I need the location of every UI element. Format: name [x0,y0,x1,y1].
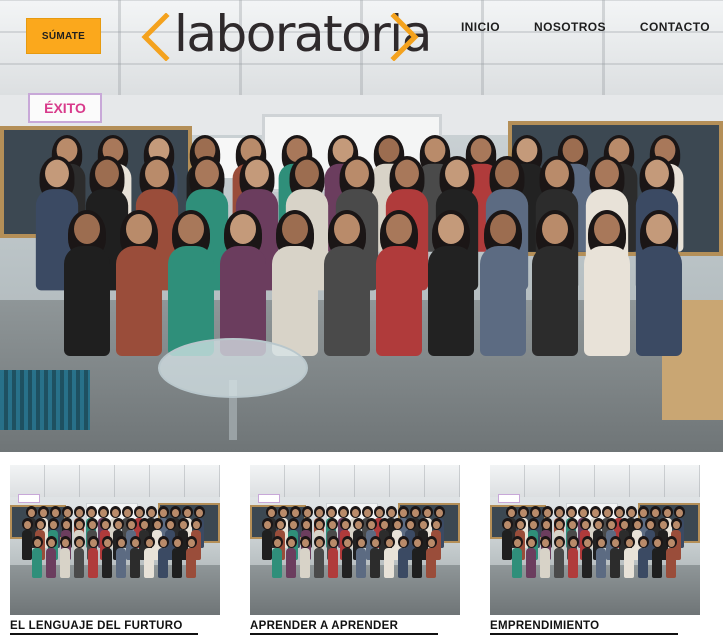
card-thumbnail[interactable] [490,465,700,615]
student [568,539,578,578]
logo-left-bracket-icon [141,13,170,61]
student [512,539,522,578]
card-emprendimiento[interactable]: EMPRENDIMIENTO [490,465,702,635]
student [480,210,526,356]
student [158,539,168,578]
student [262,521,272,560]
student [428,210,474,356]
student [130,539,140,578]
card-thumbnail[interactable] [10,465,220,615]
exito-poster: ÉXITO [28,93,102,123]
student [314,539,324,578]
nav-contacto[interactable]: CONTACTO [640,20,710,36]
student [88,539,98,578]
student [554,539,564,578]
laboratoria-logo[interactable]: laboratoria [140,5,432,67]
student [22,521,32,560]
card-title[interactable]: APRENDER A APRENDER [250,620,438,635]
student [220,210,266,356]
student [64,210,110,356]
student [116,539,126,578]
student [376,210,422,356]
main-nav: INICIO NOSOTROS CONTACTO [430,20,710,36]
student [328,539,338,578]
student [384,539,394,578]
student [356,539,366,578]
student [502,521,512,560]
card-aprender[interactable]: APRENDER A APRENDER [250,465,462,635]
student [60,539,70,578]
student [584,210,630,356]
student-group [34,124,694,452]
student [168,210,214,356]
student [596,539,606,578]
card-title[interactable]: EL LENGUAJE DEL FURTURO [10,620,198,635]
student [300,539,310,578]
hero-photo: ÉXITO [0,0,723,452]
student [370,539,380,578]
student [610,539,620,578]
nav-inicio[interactable]: INICIO [461,20,500,36]
student [398,539,408,578]
student [272,539,282,578]
student [102,539,112,578]
student [272,210,318,356]
student [532,210,578,356]
student [116,210,162,356]
student [74,539,84,578]
student [526,539,536,578]
logo-right-bracket-icon [390,13,419,61]
student [624,539,634,578]
student [636,210,682,356]
student [186,539,196,578]
student [666,539,676,578]
student [46,539,56,578]
student [652,539,662,578]
card-thumbnail[interactable] [250,465,460,615]
student [172,539,182,578]
card-title[interactable]: EMPRENDIMIENTO [490,620,678,635]
thumbnail-group [262,509,452,615]
nav-nosotros[interactable]: NOSOTROS [534,20,606,36]
student [32,539,42,578]
thumbnail-group [22,509,212,615]
student [342,539,352,578]
student [324,210,370,356]
student [286,539,296,578]
glass-table [158,338,308,398]
join-button[interactable]: SÚMATE [26,18,101,54]
student [412,539,422,578]
student [144,539,154,578]
student [426,539,436,578]
student [582,539,592,578]
student [540,539,550,578]
student [638,539,648,578]
thumbnail-group [502,509,692,615]
card-lenguaje[interactable]: EL LENGUAJE DEL FURTURO [10,465,222,635]
